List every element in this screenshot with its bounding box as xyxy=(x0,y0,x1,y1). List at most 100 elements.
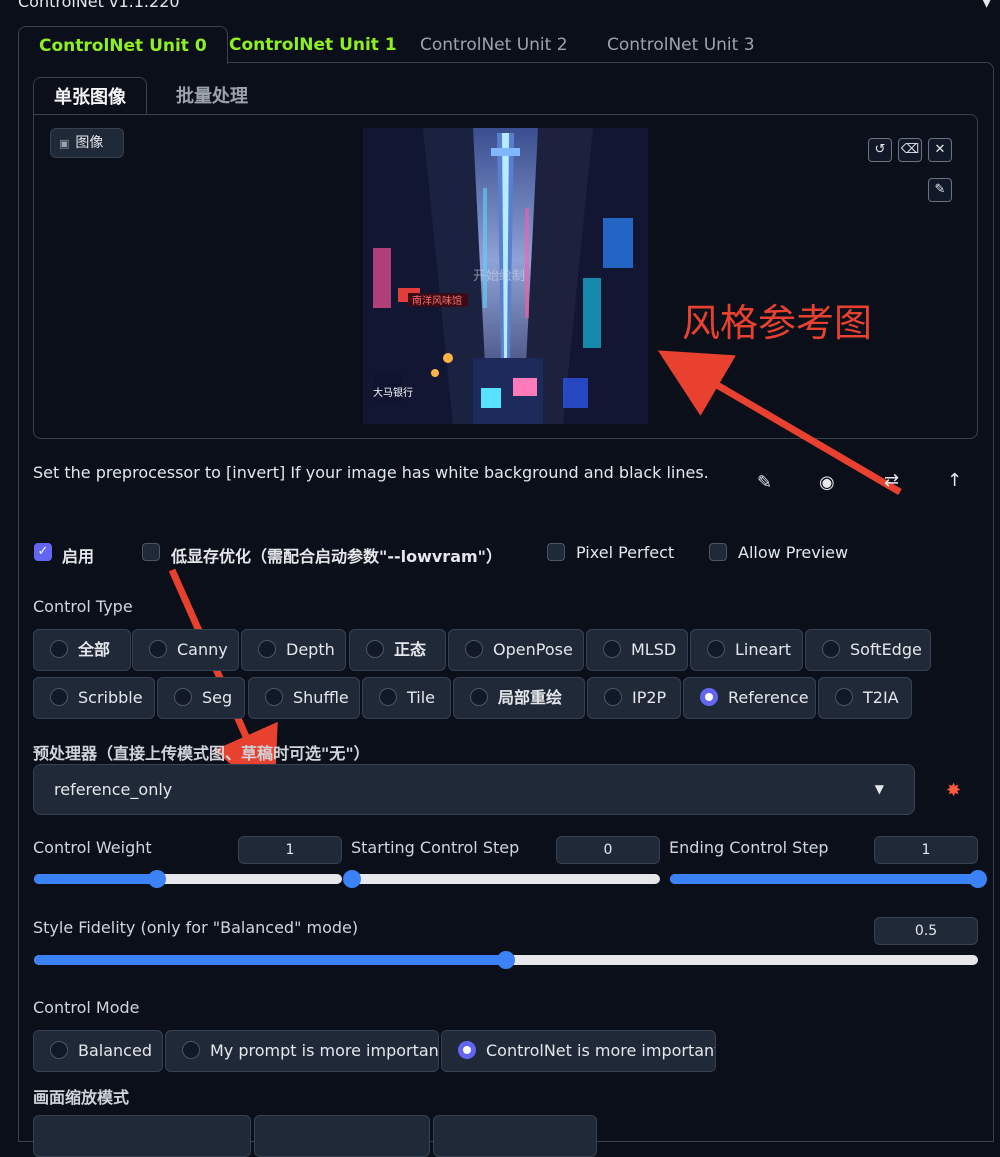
radio-dot xyxy=(822,640,840,658)
control-type-inpaint[interactable]: 局部重绘 xyxy=(453,677,585,719)
slider-fill xyxy=(670,874,978,884)
style-fidelity-label: Style Fidelity (only for "Balanced" mode… xyxy=(33,918,359,937)
allow-preview-label: Allow Preview xyxy=(738,543,849,562)
radio-dot xyxy=(458,1041,476,1059)
radio-dot xyxy=(174,688,192,706)
option-label: Balanced xyxy=(78,1041,152,1060)
radio-dot xyxy=(465,640,483,658)
radio-dot xyxy=(149,640,167,658)
control-weight-slider[interactable] xyxy=(34,870,342,888)
option-label: OpenPose xyxy=(493,640,573,659)
resize-mode-option[interactable] xyxy=(254,1115,430,1157)
control-mode-prompt[interactable]: My prompt is more important xyxy=(165,1030,439,1072)
slider-fill xyxy=(34,955,506,965)
slider-thumb[interactable] xyxy=(497,951,515,969)
radio-dot xyxy=(835,688,853,706)
radio-dot xyxy=(604,688,622,706)
control-type-scribble[interactable]: Scribble xyxy=(33,677,155,719)
control-type-reference[interactable]: Reference xyxy=(683,677,816,719)
option-label: Canny xyxy=(177,640,228,659)
chevron-down-icon: ▼ xyxy=(874,782,884,796)
radio-dot xyxy=(182,1041,200,1059)
starting-step-label: Starting Control Step xyxy=(351,838,520,857)
control-type-mlsd[interactable]: MLSD xyxy=(586,629,688,671)
radio-dot xyxy=(379,688,397,706)
option-label: Seg xyxy=(202,688,233,707)
enable-checkbox[interactable]: ✓ xyxy=(34,543,52,561)
radio-dot xyxy=(50,1041,68,1059)
preprocessor-select[interactable]: reference_only ▼ xyxy=(33,764,915,815)
option-label: T2IA xyxy=(863,688,899,707)
control-type-t2ia[interactable]: T2IA xyxy=(818,677,912,719)
run-preprocessor-icon[interactable]: ✸ xyxy=(946,780,961,801)
control-type-tile[interactable]: Tile xyxy=(362,677,451,719)
edit-note-icon[interactable]: ✎ xyxy=(757,472,772,493)
option-label: SoftEdge xyxy=(850,640,922,659)
preprocessor-value: reference_only xyxy=(54,780,173,799)
option-label: Depth xyxy=(286,640,335,659)
control-mode-controlnet[interactable]: ControlNet is more important xyxy=(441,1030,716,1072)
option-label: 局部重绘 xyxy=(498,688,563,707)
starting-step-input[interactable]: 0 xyxy=(556,836,660,864)
slider-thumb[interactable] xyxy=(343,870,361,888)
resize-mode-option[interactable] xyxy=(33,1115,251,1157)
radio-dot xyxy=(50,640,68,658)
preprocessor-label: 预处理器（直接上传模式图、草稿时可选"无"） xyxy=(33,744,370,763)
radio-dot xyxy=(603,640,621,658)
control-type-openpose[interactable]: OpenPose xyxy=(448,629,584,671)
option-label: Shuffle xyxy=(293,688,349,707)
lowvram-checkbox[interactable] xyxy=(142,543,160,561)
option-label: My prompt is more important xyxy=(210,1041,439,1060)
option-label: 正态 xyxy=(394,640,427,659)
arrow-to-image xyxy=(657,350,902,496)
option-label: Lineart xyxy=(735,640,791,659)
slider-fill xyxy=(34,874,158,884)
control-mode-balanced[interactable]: Balanced xyxy=(33,1030,163,1072)
control-type-shuffle[interactable]: Shuffle xyxy=(248,677,360,719)
control-weight-input[interactable]: 1 xyxy=(238,836,342,864)
control-type-all[interactable]: 全部 xyxy=(33,629,131,671)
radio-dot xyxy=(366,640,384,658)
control-mode-label: Control Mode xyxy=(33,998,140,1017)
radio-dot xyxy=(700,688,718,706)
option-label: Reference xyxy=(728,688,809,707)
starting-step-slider[interactable] xyxy=(343,870,660,888)
upload-icon[interactable]: ↑ xyxy=(947,470,962,491)
slider-thumb[interactable] xyxy=(969,870,987,888)
option-label: MLSD xyxy=(631,640,677,659)
control-weight-label: Control Weight xyxy=(33,838,152,857)
control-type-lineart[interactable]: Lineart xyxy=(690,629,803,671)
option-label: 全部 xyxy=(78,640,111,659)
radio-dot xyxy=(50,688,68,706)
allow-preview-checkbox[interactable] xyxy=(709,543,727,561)
ending-step-input[interactable]: 1 xyxy=(874,836,978,864)
camera-icon[interactable]: ◉ xyxy=(819,472,835,493)
swap-icon[interactable]: ⇄ xyxy=(884,470,899,491)
resize-mode-option[interactable] xyxy=(433,1115,597,1157)
lowvram-label: 低显存优化（需配合启动参数"--lowvram"） xyxy=(171,547,503,566)
preprocessor-hint: Set the preprocessor to [invert] If your… xyxy=(33,463,709,482)
pixel-perfect-checkbox[interactable] xyxy=(547,543,565,561)
radio-dot xyxy=(258,640,276,658)
option-label: ControlNet is more important xyxy=(486,1041,716,1060)
pixel-perfect-label: Pixel Perfect xyxy=(576,543,675,562)
option-label: IP2P xyxy=(632,688,667,707)
ending-step-slider[interactable] xyxy=(670,870,987,888)
radio-dot xyxy=(470,688,488,706)
enable-label: 启用 xyxy=(62,547,95,566)
resize-mode-label: 画面缩放模式 xyxy=(33,1088,130,1107)
ending-step-label: Ending Control Step xyxy=(669,838,829,857)
option-label: Scribble xyxy=(78,688,143,707)
radio-dot xyxy=(707,640,725,658)
style-fidelity-slider[interactable] xyxy=(34,951,978,969)
control-type-canny[interactable]: Canny xyxy=(132,629,239,671)
style-fidelity-input[interactable]: 0.5 xyxy=(874,917,978,945)
control-type-softedge[interactable]: SoftEdge xyxy=(805,629,931,671)
radio-dot xyxy=(265,688,283,706)
control-type-normal[interactable]: 正态 xyxy=(349,629,446,671)
option-label: Tile xyxy=(407,688,436,707)
control-type-depth[interactable]: Depth xyxy=(241,629,346,671)
control-type-seg[interactable]: Seg xyxy=(157,677,245,719)
control-type-ip2p[interactable]: IP2P xyxy=(587,677,681,719)
control-type-label: Control Type xyxy=(33,597,133,616)
